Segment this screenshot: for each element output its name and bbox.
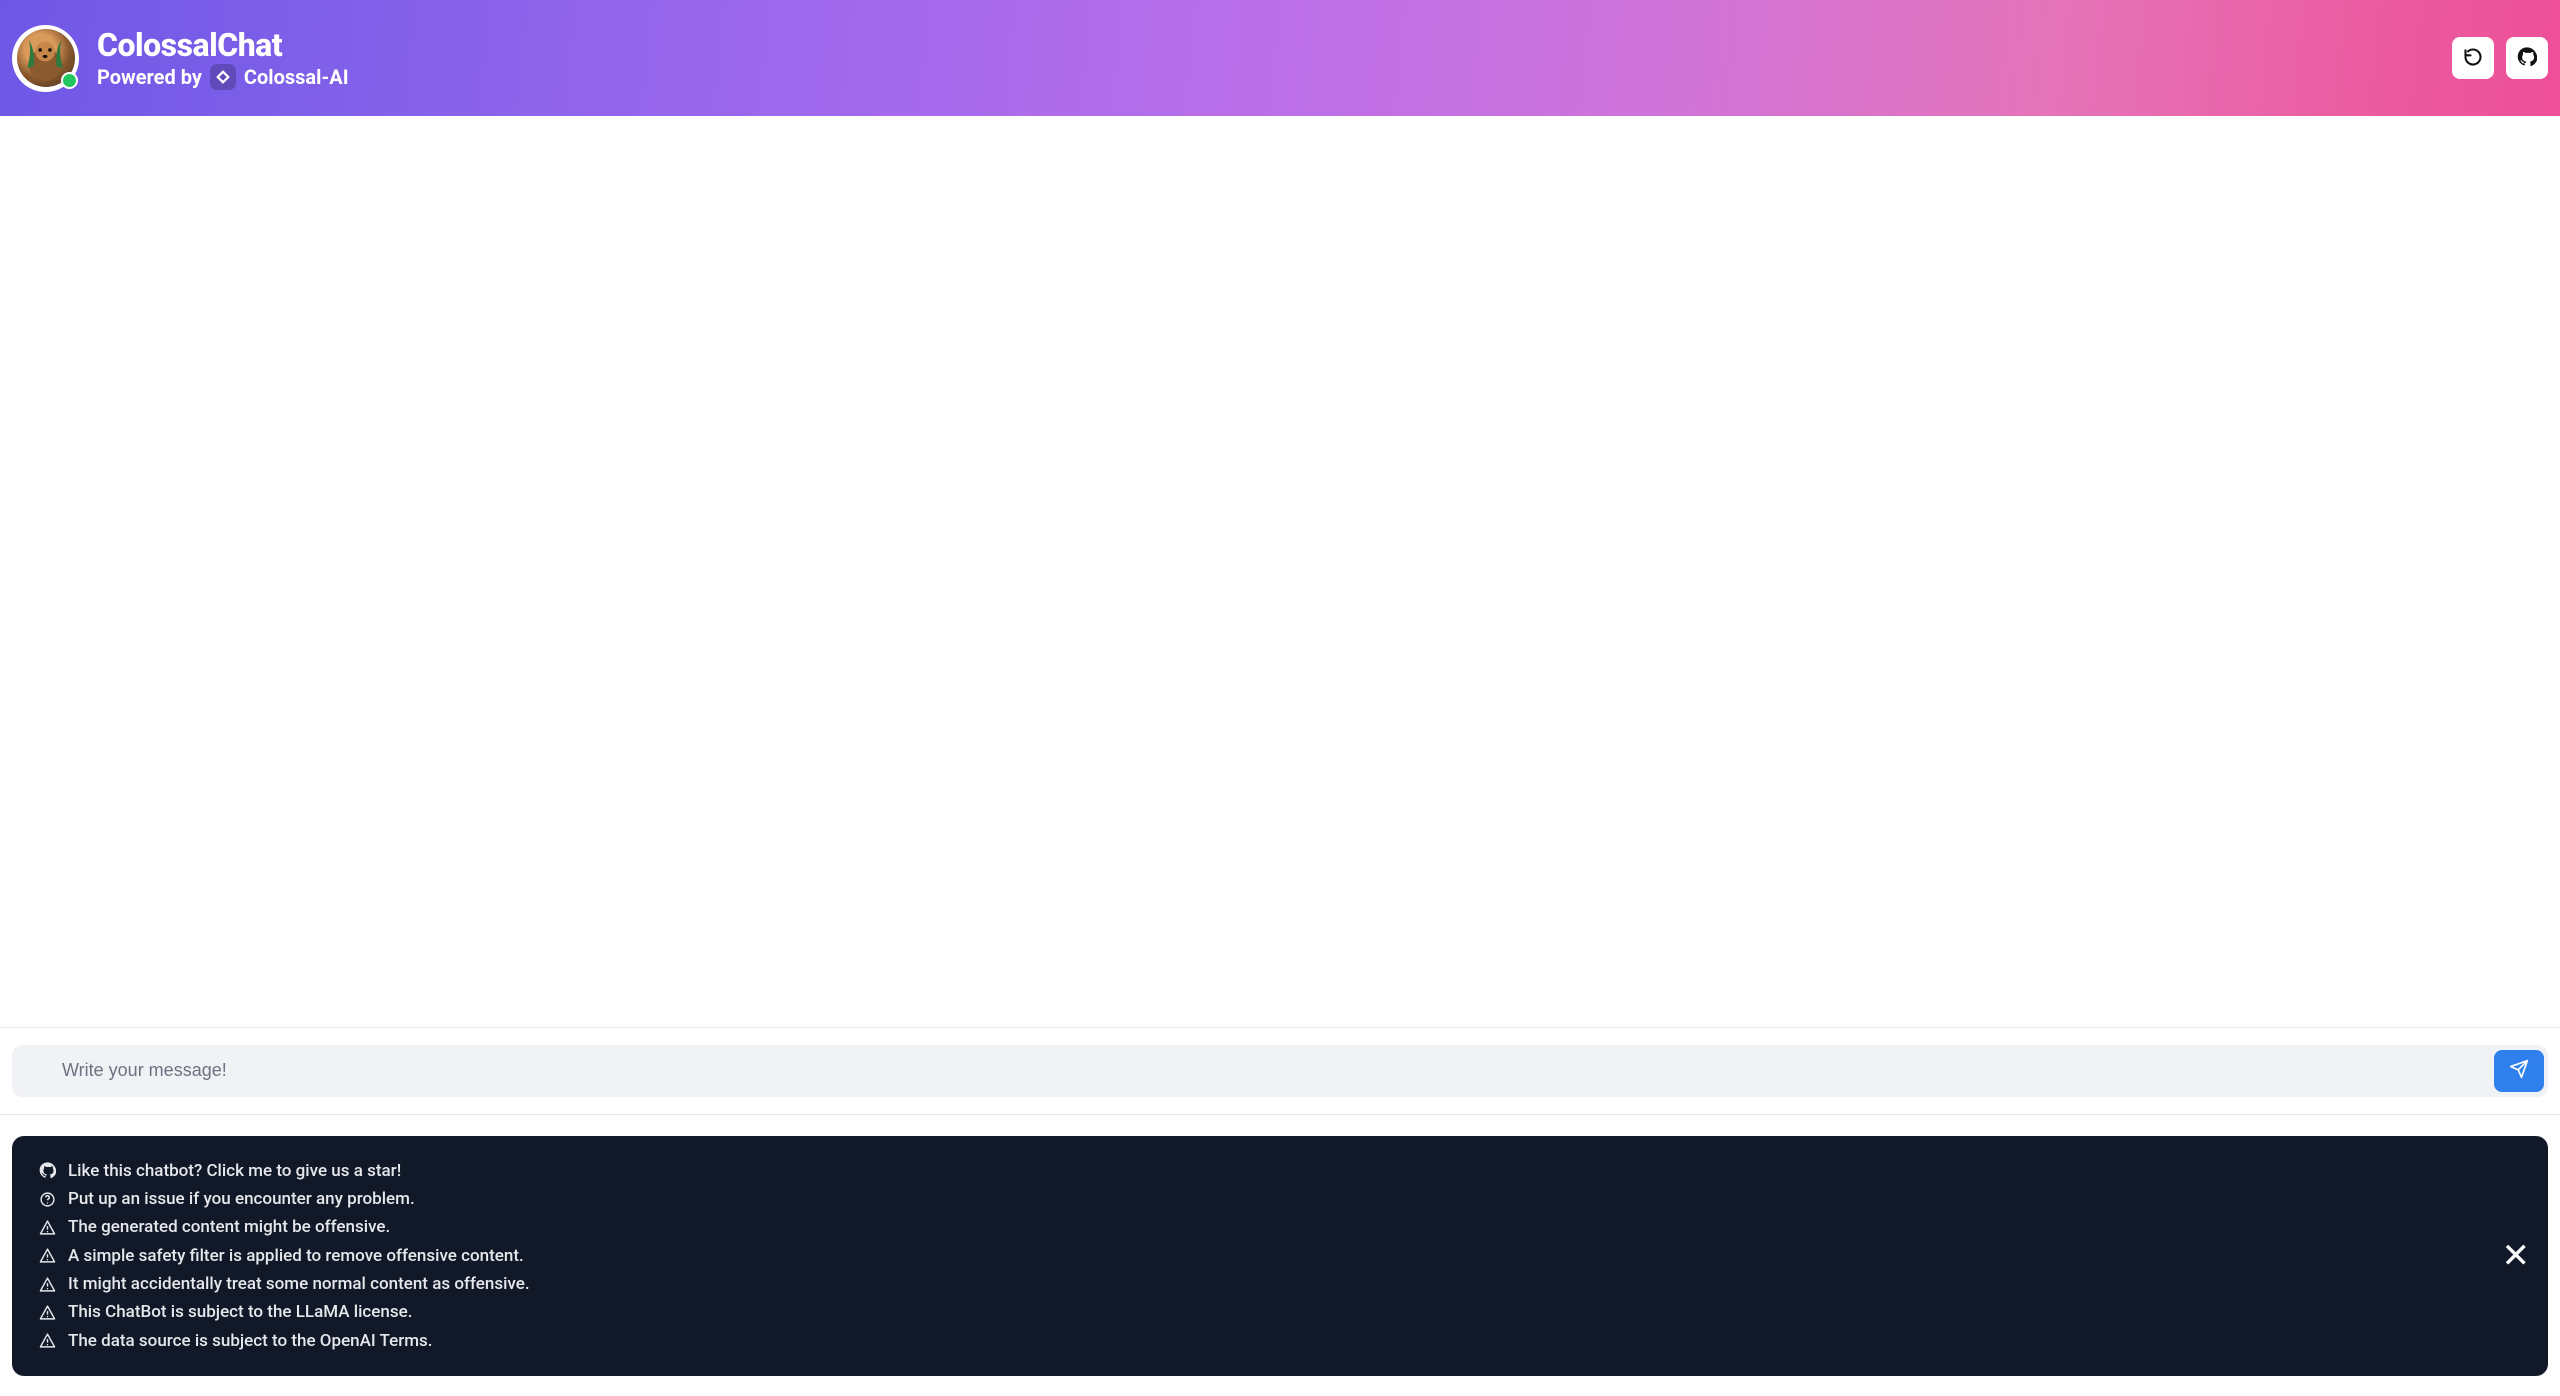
notice-warning-text: The data source is subject to the OpenAI… xyxy=(68,1328,433,1354)
status-online-dot xyxy=(61,72,78,89)
notice-warning-row: A simple safety filter is applied to rem… xyxy=(38,1243,2502,1269)
notice-warning-text: It might accidentally treat some normal … xyxy=(68,1271,530,1297)
avatar xyxy=(12,25,79,92)
app-header: ColossalChat Powered by Colossal-AI xyxy=(0,0,2560,116)
header-actions xyxy=(2452,37,2548,79)
notice-warning-text: The generated content might be offensive… xyxy=(68,1214,390,1240)
notice-warning-row: The generated content might be offensive… xyxy=(38,1214,2502,1240)
help-circle-icon xyxy=(38,1191,56,1208)
notice-issue-link[interactable]: Put up an issue if you encounter any pro… xyxy=(38,1186,2502,1212)
title-block: ColossalChat Powered by Colossal-AI xyxy=(97,26,349,90)
send-button[interactable] xyxy=(2494,1050,2544,1092)
notice-warning-row: This ChatBot is subject to the LLaMA lic… xyxy=(38,1299,2502,1325)
refresh-button[interactable] xyxy=(2452,37,2494,79)
close-icon: ✕ xyxy=(2502,1237,2531,1275)
alert-triangle-icon xyxy=(38,1304,56,1321)
notice-star-text: Like this chatbot? Click me to give us a… xyxy=(68,1158,401,1184)
notice-panel: Like this chatbot? Click me to give us a… xyxy=(12,1136,2548,1376)
notice-warning-text: This ChatBot is subject to the LLaMA lic… xyxy=(68,1299,412,1325)
alert-triangle-icon xyxy=(38,1332,56,1349)
header-left: ColossalChat Powered by Colossal-AI xyxy=(12,25,349,92)
app-subtitle: Powered by Colossal-AI xyxy=(97,64,349,90)
input-row xyxy=(0,1028,2560,1115)
powered-by-label: Powered by xyxy=(97,65,202,89)
notice-star-link[interactable]: Like this chatbot? Click me to give us a… xyxy=(38,1158,2502,1184)
chat-messages-area xyxy=(0,116,2560,1028)
notice-close-button[interactable]: ✕ xyxy=(2502,1239,2531,1273)
alert-triangle-icon xyxy=(38,1276,56,1293)
notice-warning-row: It might accidentally treat some normal … xyxy=(38,1271,2502,1297)
notice-issue-text: Put up an issue if you encounter any pro… xyxy=(68,1186,415,1212)
colossal-ai-logo-icon xyxy=(210,64,236,90)
notice-warning-text: A simple safety filter is applied to rem… xyxy=(68,1243,524,1269)
message-input-wrap xyxy=(12,1045,2548,1097)
notice-warning-row: The data source is subject to the OpenAI… xyxy=(38,1328,2502,1354)
app-title: ColossalChat xyxy=(97,26,349,64)
message-input[interactable] xyxy=(62,1060,2494,1081)
send-icon xyxy=(2509,1059,2529,1082)
github-button[interactable] xyxy=(2506,37,2548,79)
powered-by-brand: Colossal-AI xyxy=(244,65,349,89)
alert-triangle-icon xyxy=(38,1247,56,1264)
alert-triangle-icon xyxy=(38,1219,56,1236)
github-icon xyxy=(2517,47,2537,70)
refresh-icon xyxy=(2463,47,2483,70)
github-icon xyxy=(38,1162,56,1179)
